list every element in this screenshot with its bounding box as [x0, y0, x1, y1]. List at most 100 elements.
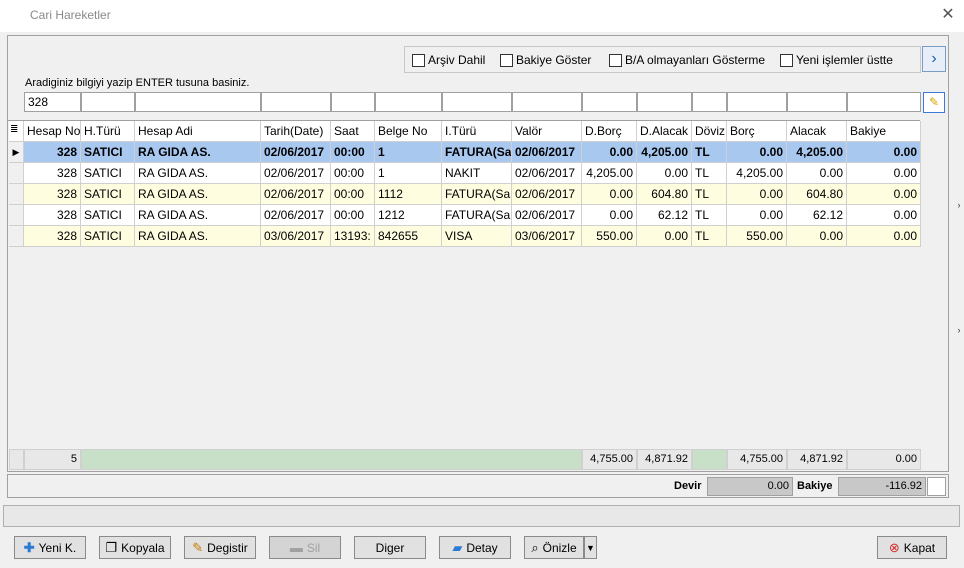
filter-borc[interactable] — [727, 92, 787, 112]
degistir-button[interactable]: ✎ Degistir — [184, 536, 256, 559]
header-hesap-no[interactable]: Hesap No — [24, 121, 81, 142]
table-cell[interactable]: 0.00 — [847, 226, 921, 247]
table-cell[interactable]: RA GIDA AS. — [135, 184, 261, 205]
table-cell[interactable]: 13193: — [331, 226, 375, 247]
table-cell[interactable]: 62.12 — [787, 205, 847, 226]
table-cell[interactable]: 1 — [375, 142, 442, 163]
table-cell[interactable]: 02/06/2017 — [261, 205, 331, 226]
table-cell[interactable]: 0.00 — [727, 205, 787, 226]
header-saat[interactable]: Saat — [331, 121, 375, 142]
table-cell[interactable]: RA GIDA AS. — [135, 142, 261, 163]
table-cell[interactable]: 02/06/2017 — [261, 142, 331, 163]
table-cell[interactable]: 0.00 — [847, 142, 921, 163]
header-h-turu[interactable]: H.Türü — [81, 121, 135, 142]
table-cell[interactable]: FATURA(Sa — [442, 142, 512, 163]
table-cell[interactable]: 03/06/2017 — [512, 226, 582, 247]
table-cell[interactable]: SATICI — [81, 163, 135, 184]
table-cell[interactable]: 4,205.00 — [637, 142, 692, 163]
table-cell[interactable]: 0.00 — [847, 184, 921, 205]
expand-right-icon[interactable]: › — [954, 200, 964, 214]
table-cell[interactable]: 0.00 — [582, 184, 637, 205]
table-cell[interactable]: 00:00 — [331, 205, 375, 226]
table-cell[interactable]: 328 — [24, 142, 81, 163]
filter-valor[interactable] — [512, 92, 582, 112]
filter-tarih[interactable] — [261, 92, 331, 112]
table-cell[interactable]: TL — [692, 142, 727, 163]
row-indicator[interactable]: ▶ — [9, 142, 24, 163]
table-cell[interactable]: 4,205.00 — [582, 163, 637, 184]
filter-hesap-no[interactable]: 328 — [24, 92, 81, 112]
table-cell[interactable]: 328 — [24, 226, 81, 247]
filter-belge-no[interactable] — [375, 92, 442, 112]
table-cell[interactable]: 0.00 — [637, 163, 692, 184]
ba-olmayan-checkbox[interactable]: B/A olmayanları Gösterme — [609, 53, 765, 67]
table-cell[interactable]: NAKIT — [442, 163, 512, 184]
header-bakiye[interactable]: Bakiye — [847, 121, 921, 142]
yeni-button[interactable]: ✚ Yeni K. — [14, 536, 86, 559]
filter-h-turu[interactable] — [81, 92, 135, 112]
table-cell[interactable]: SATICI — [81, 184, 135, 205]
header-belge-no[interactable]: Belge No — [375, 121, 442, 142]
table-cell[interactable]: 02/06/2017 — [512, 205, 582, 226]
table-cell[interactable]: 02/06/2017 — [261, 163, 331, 184]
table-cell[interactable]: 03/06/2017 — [261, 226, 331, 247]
table-cell[interactable]: 328 — [24, 205, 81, 226]
table-cell[interactable]: FATURA(Sa — [442, 184, 512, 205]
filter-hesap-adi[interactable] — [135, 92, 261, 112]
table-cell[interactable]: VISA — [442, 226, 512, 247]
filter-bakiye[interactable] — [847, 92, 921, 112]
table-cell[interactable]: 00:00 — [331, 184, 375, 205]
header-hesap-adi[interactable]: Hesap Adi — [135, 121, 261, 142]
table-cell[interactable]: 604.80 — [637, 184, 692, 205]
row-indicator[interactable] — [9, 226, 24, 247]
row-indicator[interactable] — [9, 205, 24, 226]
table-cell[interactable]: RA GIDA AS. — [135, 226, 261, 247]
table-cell[interactable]: 02/06/2017 — [261, 184, 331, 205]
filter-i-turu[interactable] — [442, 92, 512, 112]
expand-right-icon-2[interactable]: › — [954, 325, 964, 339]
detay-button[interactable]: ▰ Detay — [439, 536, 511, 559]
filter-doviz[interactable] — [692, 92, 727, 112]
table-cell[interactable]: SATICI — [81, 226, 135, 247]
filter-clear-icon[interactable]: ✎ — [923, 92, 945, 113]
table-cell[interactable]: 0.00 — [727, 142, 787, 163]
row-indicator[interactable] — [9, 184, 24, 205]
onizle-button[interactable]: ⌕ Önizle — [524, 536, 584, 559]
table-cell[interactable]: 0.00 — [637, 226, 692, 247]
table-cell[interactable]: 1 — [375, 163, 442, 184]
header-tarih[interactable]: Tarih(Date) — [261, 121, 331, 142]
header-valor[interactable]: Valör — [512, 121, 582, 142]
bakiye-goster-checkbox[interactable]: Bakiye Göster — [500, 53, 591, 67]
table-cell[interactable]: 0.00 — [787, 226, 847, 247]
table-cell[interactable]: 62.12 — [637, 205, 692, 226]
table-cell[interactable]: 02/06/2017 — [512, 142, 582, 163]
table-cell[interactable]: TL — [692, 184, 727, 205]
table-cell[interactable]: 4,205.00 — [727, 163, 787, 184]
header-borc[interactable]: Borç — [727, 121, 787, 142]
table-cell[interactable]: 328 — [24, 163, 81, 184]
sil-button[interactable]: ▬ Sil — [269, 536, 341, 559]
table-cell[interactable]: TL — [692, 163, 727, 184]
table-cell[interactable]: TL — [692, 226, 727, 247]
header-d-borc[interactable]: D.Borç — [582, 121, 637, 142]
table-cell[interactable]: 0.00 — [847, 163, 921, 184]
kapat-button[interactable]: ⊗ Kapat — [877, 536, 947, 559]
table-cell[interactable]: 02/06/2017 — [512, 184, 582, 205]
table-cell[interactable]: 328 — [24, 184, 81, 205]
table-cell[interactable]: SATICI — [81, 205, 135, 226]
header-d-alacak[interactable]: D.Alacak — [637, 121, 692, 142]
kopyala-button[interactable]: ❐ Kopyala — [99, 536, 171, 559]
table-cell[interactable]: 0.00 — [787, 163, 847, 184]
table-cell[interactable]: 4,205.00 — [787, 142, 847, 163]
table-cell[interactable]: 0.00 — [582, 205, 637, 226]
row-indicator[interactable] — [9, 163, 24, 184]
table-cell[interactable]: 604.80 — [787, 184, 847, 205]
header-doviz[interactable]: Döviz — [692, 121, 727, 142]
table-cell[interactable]: 550.00 — [582, 226, 637, 247]
filter-d-alacak[interactable] — [637, 92, 692, 112]
onizle-dropdown[interactable]: ▼ — [584, 536, 597, 559]
filter-saat[interactable] — [331, 92, 375, 112]
table-cell[interactable]: 02/06/2017 — [512, 163, 582, 184]
close-icon[interactable]: ✕ — [938, 4, 958, 26]
header-alacak[interactable]: Alacak — [787, 121, 847, 142]
